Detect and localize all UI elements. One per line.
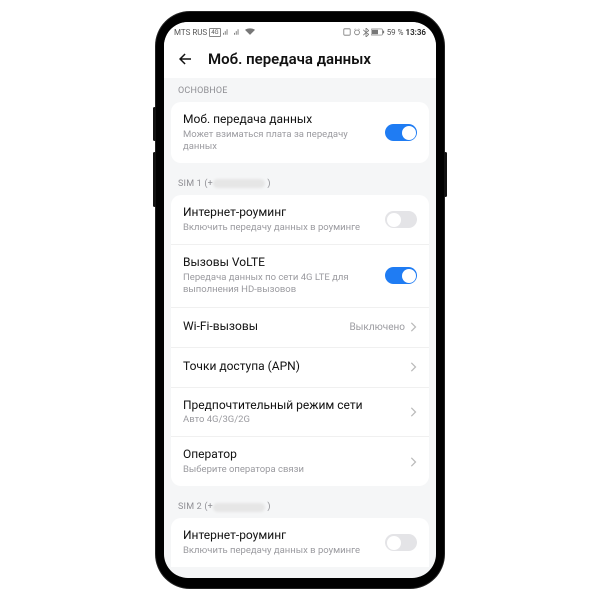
group-label-sim1: SIM 1 (+ ) (164, 171, 436, 195)
chevron-right-icon (409, 407, 417, 417)
page-title: Моб. передача данных (208, 50, 371, 68)
volte-title: Вызовы VoLTE (183, 255, 377, 271)
volume-button (153, 152, 156, 207)
roaming2-title: Интернет-роуминг (183, 528, 377, 544)
card-sim1: Интернет-роуминг Включить передачу данны… (171, 195, 429, 486)
net-badge: 4G (209, 28, 220, 37)
carrier-label: MTS RUS (174, 28, 207, 37)
sim2-prefix: SIM 2 (+ (178, 502, 213, 512)
sim1-prefix: SIM 1 (+ (178, 179, 213, 189)
back-icon[interactable] (176, 50, 194, 68)
chevron-right-icon (409, 457, 417, 467)
mobile-data-title: Моб. передача данных (183, 112, 377, 128)
network-mode-sub: Авто 4G/3G/2G (183, 414, 401, 426)
sim2-number-redacted (213, 503, 265, 512)
bluetooth-icon (363, 28, 369, 37)
roaming2-sub: Включить передачу данных в роуминге (183, 545, 377, 557)
row-apn[interactable]: Точки доступа (APN) (171, 347, 429, 387)
wifi-calling-title: Wi-Fi-вызовы (183, 319, 341, 335)
notch (250, 22, 350, 36)
group-label-basic: ОСНОВНОЕ (164, 78, 436, 102)
row-network-mode[interactable]: Предпочтительный режим сети Авто 4G/3G/2… (171, 387, 429, 437)
app-bar: Моб. передача данных (164, 42, 436, 78)
chevron-right-icon (409, 322, 417, 332)
row-mobile-data[interactable]: Моб. передача данных Может взиматься пла… (171, 102, 429, 163)
volte-sub: Передача данных по сети 4G LTE для выпол… (183, 272, 377, 297)
clock: 13:36 (406, 28, 426, 37)
phone-frame: MTS RUS 4G 59 % 13:36 Моб. передача данн… (156, 12, 444, 588)
group-label-sim2: SIM 2 (+ ) (164, 494, 436, 518)
mobile-data-sub: Может взиматься плата за передачу данных (183, 129, 377, 154)
row-roaming[interactable]: Интернет-роуминг Включить передачу данны… (171, 195, 429, 244)
row-wifi-calling[interactable]: Wi-Fi-вызовы Выключено (171, 307, 429, 347)
volte-toggle[interactable] (385, 267, 417, 284)
signal-icon (234, 28, 243, 36)
apn-title: Точки доступа (APN) (183, 359, 401, 375)
signal-icon (223, 28, 232, 36)
settings-scroll[interactable]: ОСНОВНОЕ Моб. передача данных Может взим… (164, 78, 436, 578)
roaming-title: Интернет-роуминг (183, 205, 377, 221)
bixby-button (153, 107, 156, 141)
mobile-data-toggle[interactable] (385, 124, 417, 141)
network-mode-title: Предпочтительный режим сети (183, 398, 401, 414)
card-basic: Моб. передача данных Может взиматься пла… (171, 102, 429, 163)
wifi-calling-value: Выключено (349, 322, 405, 333)
operator-sub: Выберите оператора связи (183, 464, 401, 476)
row-operator[interactable]: Оператор Выберите оператора связи (171, 436, 429, 486)
battery-icon (371, 28, 385, 36)
screen: MTS RUS 4G 59 % 13:36 Моб. передача данн… (164, 22, 436, 578)
roaming-sub: Включить передачу данных в роуминге (183, 222, 377, 234)
card-sim2: Интернет-роуминг Включить передачу данны… (171, 518, 429, 567)
row-volte[interactable]: Вызовы VoLTE Передача данных по сети 4G … (171, 244, 429, 306)
row-roaming-sim2[interactable]: Интернет-роуминг Включить передачу данны… (171, 518, 429, 567)
roaming-toggle[interactable] (385, 211, 417, 228)
battery-label: 59 % (387, 28, 404, 37)
operator-title: Оператор (183, 447, 401, 463)
alarm-icon (353, 28, 361, 36)
roaming2-toggle[interactable] (385, 534, 417, 551)
sim1-number-redacted (213, 179, 265, 188)
chevron-right-icon (409, 362, 417, 372)
power-button (444, 152, 447, 197)
